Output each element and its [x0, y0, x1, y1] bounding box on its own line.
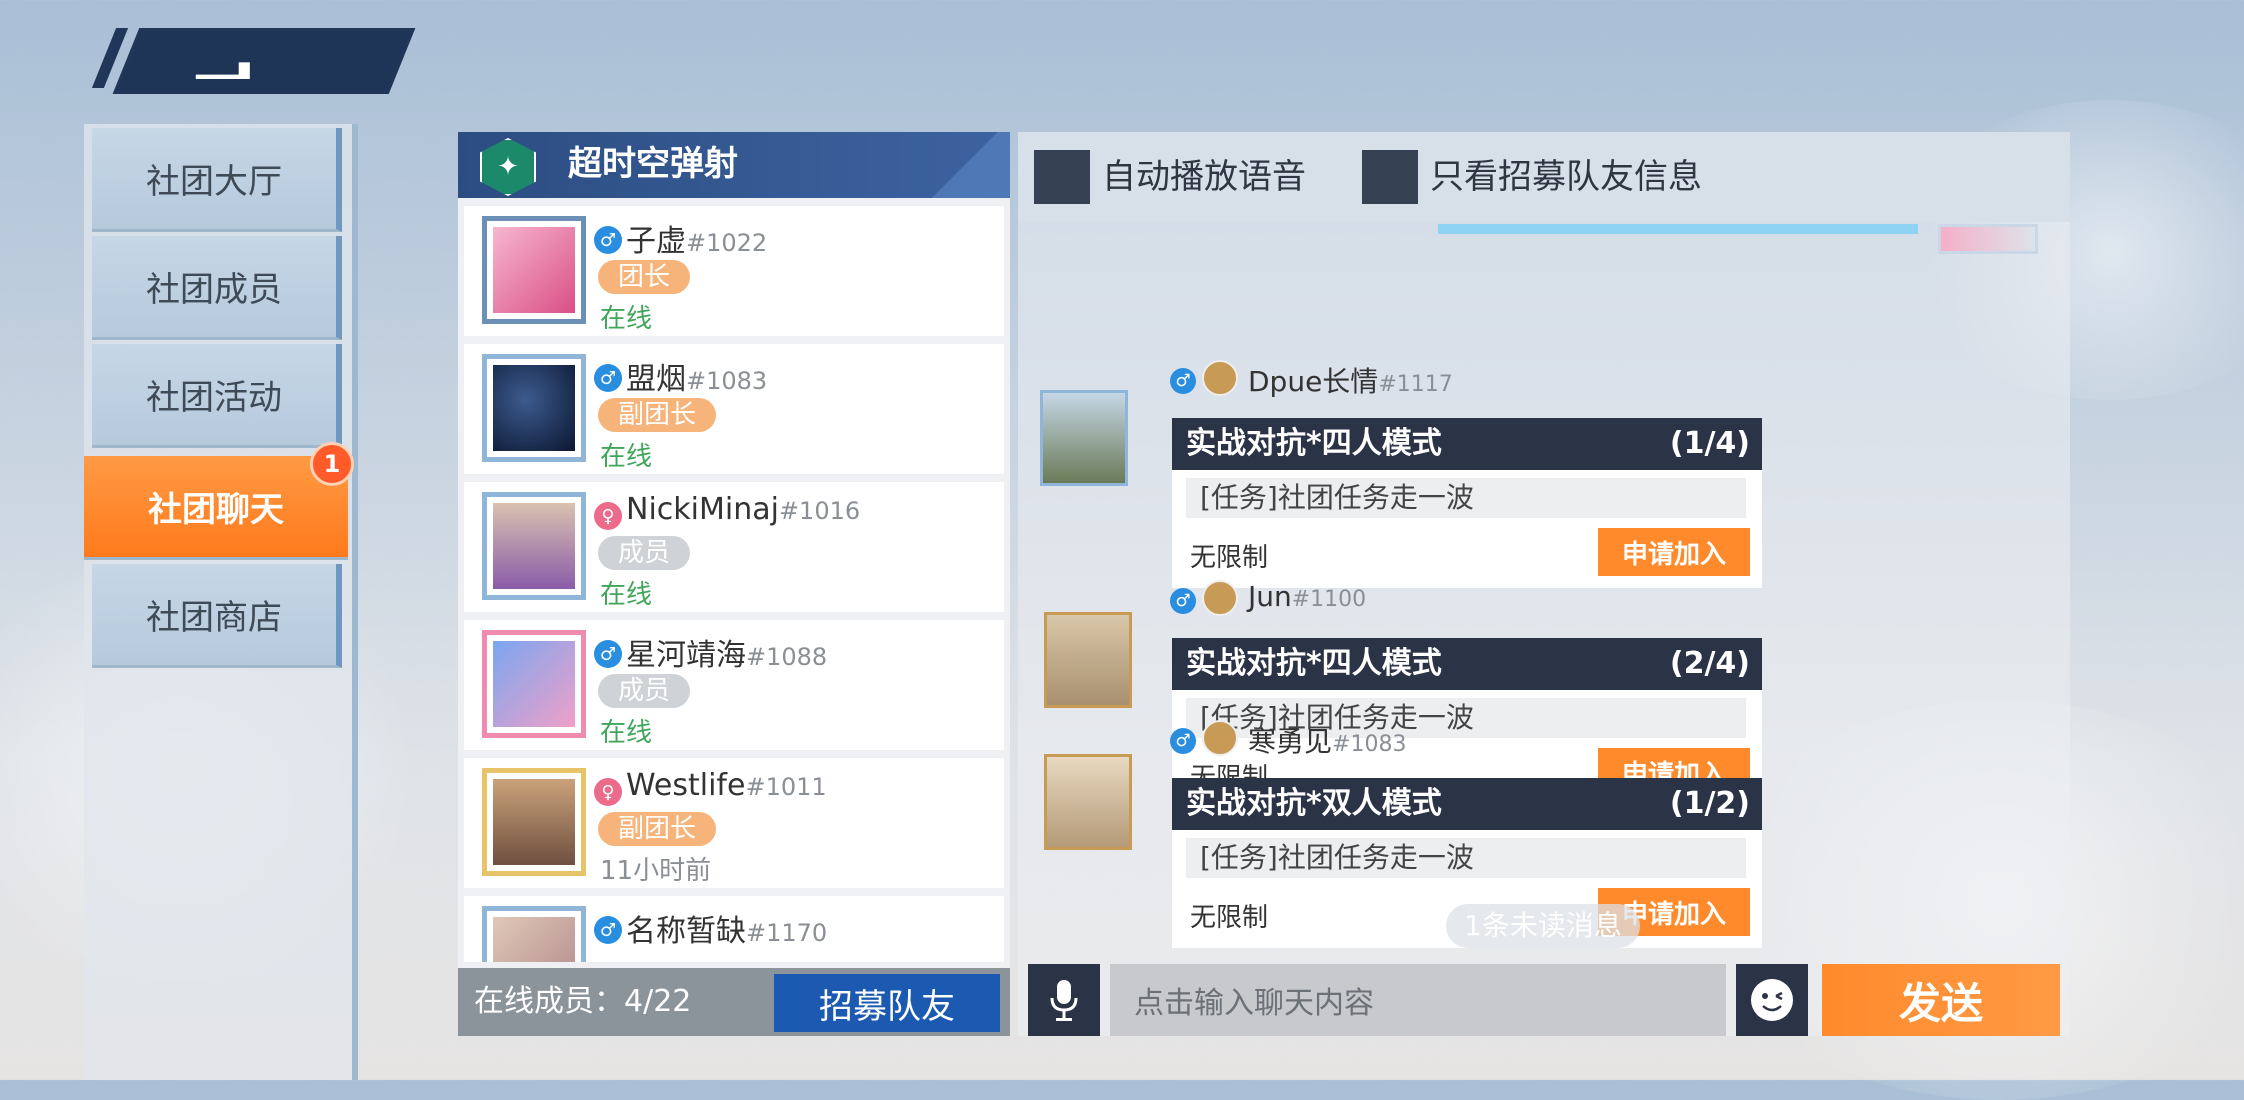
online-status: 在线	[600, 580, 653, 610]
member-name: 名称暂缺#1170	[626, 914, 828, 949]
unread-messages-pill[interactable]: 1条未读消息	[1446, 904, 1640, 948]
avatar[interactable]	[1044, 754, 1132, 850]
card-task-text: [任务]社团任务走一波	[1186, 478, 1746, 518]
menu-item-club-shop[interactable]: 社团商店	[92, 564, 342, 668]
online-member-count: 在线成员：4/22	[474, 984, 692, 1019]
card-slot-count: (1/4)	[1669, 426, 1750, 461]
club-name: 超时空弹射	[568, 144, 738, 184]
logo-mark-icon: ▁▁▖	[196, 46, 261, 79]
avatar[interactable]	[1040, 390, 1128, 486]
send-button[interactable]: 发送	[1822, 964, 2060, 1036]
member-name: 盟烟#1083	[626, 362, 768, 397]
online-status: 在线	[600, 718, 653, 748]
recruit-only-label: 只看招募队友信息	[1430, 157, 1702, 197]
member-row[interactable]: ♂ 盟烟#1083 副团长 在线	[464, 344, 1004, 474]
avatar[interactable]	[1938, 224, 2038, 254]
male-icon: ♂	[594, 364, 622, 392]
menu-item-club-activity[interactable]: 社团活动	[92, 344, 342, 448]
message-sender: Dpue长情#1117	[1248, 365, 1453, 398]
auto-voice-label: 自动播放语音	[1102, 157, 1306, 197]
male-icon: ♂	[1170, 368, 1196, 394]
role-badge: 成员	[598, 674, 691, 708]
female-icon: ♀	[594, 502, 622, 530]
menu-item-club-chat[interactable]: 社团聊天 1	[84, 442, 354, 560]
member-list[interactable]: ♂ 子虚#1022 团长 在线 ♂ 盟烟#1083 副团长 在线 ♀ Nicki…	[464, 206, 1004, 962]
apply-join-button[interactable]: 申请加入	[1598, 528, 1750, 576]
card-task-text: [任务]社团任务走一波	[1186, 838, 1746, 878]
card-slot-count: (1/2)	[1669, 786, 1750, 821]
avatar[interactable]	[482, 354, 586, 462]
role-badge: 副团长	[598, 398, 717, 432]
level-badge-icon	[1202, 360, 1238, 396]
card-mode-title: 实战对抗*四人模式	[1186, 426, 1442, 461]
female-icon: ♀	[594, 778, 622, 806]
card-limit: 无限制	[1190, 903, 1269, 933]
card-slot-count: (2/4)	[1669, 646, 1750, 681]
member-name: Westlife#1011	[626, 768, 827, 803]
club-side-menu: 社团大厅 社团成员 社团活动 社团聊天 1 社团商店	[84, 124, 358, 1080]
avatar[interactable]	[482, 768, 586, 876]
recruit-only-checkbox[interactable]	[1362, 150, 1418, 204]
male-icon: ♂	[1170, 588, 1196, 614]
member-name: 星河靖海#1088	[626, 638, 828, 673]
level-badge-icon	[1202, 720, 1238, 756]
chat-toolbar: 自动播放语音 只看招募队友信息	[1018, 132, 2070, 222]
member-row[interactable]: ♂ 星河靖海#1088 成员 在线	[464, 620, 1004, 750]
emoji-icon[interactable]	[1736, 964, 1808, 1036]
male-icon: ♂	[1170, 728, 1196, 754]
recruit-teammates-button[interactable]: 招募队友	[774, 974, 1000, 1032]
last-seen: 11小时前	[600, 856, 712, 886]
club-emblem-icon: ✦	[480, 138, 536, 196]
avatar[interactable]	[482, 906, 586, 962]
card-mode-title: 实战对抗*双人模式	[1186, 786, 1442, 821]
game-logo-banner: ▁▁▖	[91, 28, 416, 94]
member-row[interactable]: ♀ Westlife#1011 副团长 11小时前	[464, 758, 1004, 888]
menu-item-club-members[interactable]: 社团成员	[92, 236, 342, 340]
message-sender: 寒勇见#1083	[1248, 725, 1407, 758]
role-badge: 副团长	[598, 812, 717, 846]
avatar[interactable]	[482, 492, 586, 600]
male-icon: ♂	[594, 226, 622, 254]
male-icon: ♂	[594, 640, 622, 668]
loading-bar	[1438, 224, 1918, 234]
menu-item-club-hall[interactable]: 社团大厅	[92, 128, 342, 232]
chat-panel: 自动播放语音 只看招募队友信息 ♂ Dpue长情#1117 实战对抗*四人模式 …	[1018, 132, 2070, 1036]
level-badge-icon	[1202, 580, 1238, 616]
auto-voice-checkbox[interactable]	[1034, 150, 1090, 204]
avatar[interactable]	[1044, 612, 1132, 708]
male-icon: ♂	[594, 916, 622, 944]
club-header: ✦ 超时空弹射	[458, 132, 1010, 198]
message-sender: Jun#1100	[1248, 580, 1367, 613]
recruit-card: 实战对抗*四人模式 (1/4) [任务]社团任务走一波 无限制 申请加入	[1172, 418, 1762, 588]
avatar[interactable]	[482, 630, 586, 738]
card-limit: 无限制	[1190, 543, 1269, 573]
member-name: 子虚#1022	[626, 224, 768, 259]
member-panel: ✦ 超时空弹射 ♂ 子虚#1022 团长 在线 ♂ 盟烟#1083 副团长 在线…	[458, 132, 1010, 1036]
member-row[interactable]: ♂ 子虚#1022 团长 在线	[464, 206, 1004, 336]
online-status: 在线	[600, 304, 653, 334]
member-row[interactable]: ♂ 名称暂缺#1170	[464, 896, 1004, 962]
role-badge: 团长	[598, 260, 691, 294]
chat-input-bar: 点击输入聊天内容 发送	[1018, 962, 2070, 1036]
microphone-icon[interactable]	[1028, 964, 1100, 1036]
online-status: 在线	[600, 442, 653, 472]
member-footer: 在线成员：4/22 招募队友	[458, 968, 1010, 1036]
avatar[interactable]	[482, 216, 586, 324]
card-mode-title: 实战对抗*四人模式	[1186, 646, 1442, 681]
chat-message-input[interactable]: 点击输入聊天内容	[1110, 964, 1726, 1036]
role-badge: 成员	[598, 536, 691, 570]
unread-badge: 1	[310, 442, 354, 486]
member-row[interactable]: ♀ NickiMinaj#1016 成员 在线	[464, 482, 1004, 612]
member-name: NickiMinaj#1016	[626, 492, 861, 527]
